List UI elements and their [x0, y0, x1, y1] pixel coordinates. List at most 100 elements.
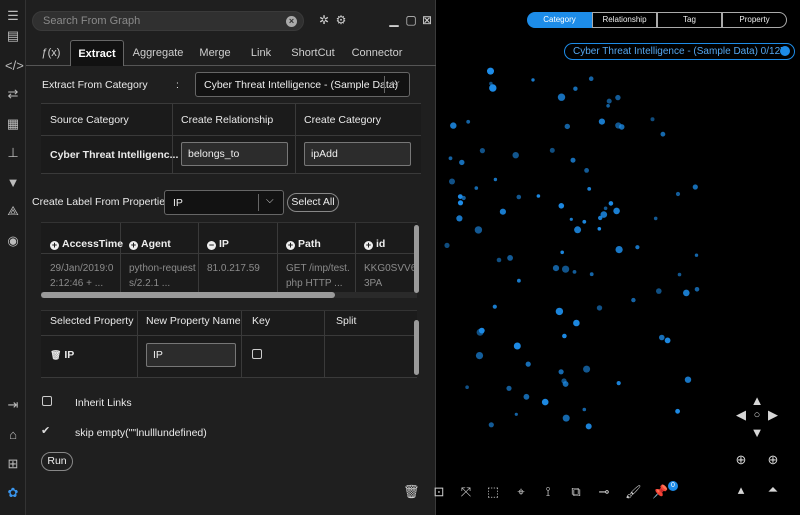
graph-node[interactable] [573, 86, 578, 91]
graph-node[interactable] [675, 408, 680, 414]
search-input[interactable] [43, 15, 283, 27]
graph-node[interactable] [572, 270, 577, 274]
graph-node[interactable] [608, 201, 614, 206]
graph-node[interactable] [584, 168, 589, 173]
code-icon[interactable]: </> [5, 58, 24, 74]
graph-node[interactable] [496, 257, 502, 263]
graph-node[interactable] [631, 297, 636, 303]
graph-node[interactable] [444, 242, 450, 248]
column-header-accesstime[interactable]: + AccessTime [50, 238, 123, 250]
graph-node[interactable] [489, 81, 493, 86]
graph-node[interactable] [656, 288, 662, 294]
path-icon[interactable]: ⟟ [540, 484, 556, 500]
layout-icon[interactable]: ⤧ [458, 484, 474, 500]
graph-node[interactable] [582, 219, 587, 224]
graph-node[interactable] [448, 156, 453, 161]
tab-extract[interactable]: Extract [70, 40, 124, 66]
graph-node[interactable] [525, 361, 531, 367]
column-header-agent[interactable]: + Agent [129, 238, 171, 250]
graph-node[interactable] [557, 93, 566, 101]
graph-node[interactable] [512, 152, 519, 159]
graph-node[interactable] [597, 227, 602, 231]
graph-node[interactable] [487, 67, 494, 75]
graph-node[interactable] [457, 200, 464, 206]
graph-node[interactable] [449, 178, 455, 185]
graph-node[interactable] [555, 307, 564, 316]
graph-node[interactable] [692, 184, 698, 190]
close-panel-icon[interactable]: ⊠ [420, 13, 434, 27]
graph-node[interactable] [650, 117, 655, 122]
settings-gear-small-icon[interactable]: ✲ [317, 13, 331, 27]
graph-node[interactable] [613, 207, 620, 215]
menu-icon[interactable]: ☰ [5, 8, 21, 24]
tab-function[interactable]: ƒ(x) [34, 40, 68, 66]
table-icon[interactable]: ▦ [5, 116, 21, 132]
graph-node[interactable] [465, 385, 469, 390]
graph-node[interactable] [635, 245, 640, 250]
relationship-input[interactable]: belongs_to [181, 142, 288, 166]
column-header-id[interactable]: + id [364, 238, 385, 250]
cluster-icon[interactable]: ✿ [5, 485, 21, 501]
graph-node[interactable] [507, 255, 513, 261]
graph-node[interactable] [615, 94, 621, 101]
graph-node[interactable] [506, 385, 512, 391]
graph-node[interactable] [660, 131, 666, 137]
graph-node[interactable] [574, 226, 582, 234]
logout-icon[interactable]: ⇥ [5, 397, 21, 413]
home-icon[interactable]: ⌂ [5, 427, 21, 443]
graph-node[interactable] [600, 211, 608, 218]
graph-node[interactable] [582, 407, 587, 412]
graph-node[interactable] [474, 186, 479, 190]
graph-node[interactable] [573, 319, 580, 327]
graph-node[interactable] [677, 272, 682, 277]
graph-node[interactable] [456, 215, 463, 222]
hierarchy-icon[interactable]: ⊥ [5, 145, 21, 161]
category-input[interactable]: ipAdd [304, 142, 411, 166]
tilt-down-icon[interactable]: ▴ [733, 482, 749, 498]
maximize-icon[interactable]: ▢ [404, 13, 418, 27]
graph-node[interactable] [536, 194, 541, 198]
graph-node[interactable] [694, 253, 699, 257]
graph-node[interactable] [466, 119, 471, 124]
graph-node[interactable] [479, 148, 485, 154]
select-box-icon[interactable]: ⊡ [431, 484, 447, 500]
graph-node[interactable] [603, 206, 608, 211]
tab-shortcut[interactable]: ShortCut [284, 40, 342, 66]
graph-node[interactable] [478, 327, 485, 334]
graph-node[interactable] [589, 272, 594, 277]
graph-node[interactable] [570, 157, 576, 163]
graph-node[interactable] [560, 250, 564, 255]
graph-node[interactable] [493, 177, 498, 182]
column-header-path[interactable]: + Path [286, 238, 321, 250]
gear-icon[interactable]: ⚙ [334, 13, 348, 27]
vertical-scrollbar-thumb[interactable] [414, 225, 419, 293]
graph-node[interactable] [562, 265, 570, 273]
graph-node[interactable] [615, 246, 623, 254]
new-property-name-input[interactable]: IP [146, 343, 236, 367]
graph-node[interactable] [596, 305, 603, 311]
frame-icon[interactable]: ⊞ [5, 456, 21, 472]
graph-node[interactable] [598, 118, 605, 125]
graph-node[interactable] [585, 423, 592, 430]
filter-icon[interactable]: ▼ [5, 175, 21, 191]
graph-node[interactable] [457, 194, 463, 200]
graph-node[interactable] [513, 342, 521, 350]
minimize-icon[interactable]: ▁ [387, 13, 401, 27]
graph-node[interactable] [489, 84, 497, 92]
target-icon[interactable]: ⌖ [513, 484, 529, 500]
copy-icon[interactable]: ⧉ [568, 484, 584, 500]
trash-icon[interactable]: 🗑 [50, 350, 61, 360]
graph-node[interactable] [450, 122, 457, 129]
graph-node[interactable] [659, 334, 665, 341]
graph-node[interactable] [588, 76, 594, 81]
graph-node[interactable] [541, 398, 549, 406]
graph-node[interactable] [684, 376, 692, 383]
tab-connector[interactable]: Connector [346, 40, 408, 66]
graph-node[interactable] [683, 289, 690, 297]
graph-node[interactable] [523, 393, 530, 400]
select-all-button[interactable]: Select All [287, 193, 339, 212]
center-icon[interactable]: ○ [749, 407, 765, 423]
network-icon[interactable]: ⟁ [5, 203, 21, 219]
rotate-left-icon[interactable]: ⊕ [733, 452, 749, 468]
graph-node[interactable] [459, 159, 465, 166]
